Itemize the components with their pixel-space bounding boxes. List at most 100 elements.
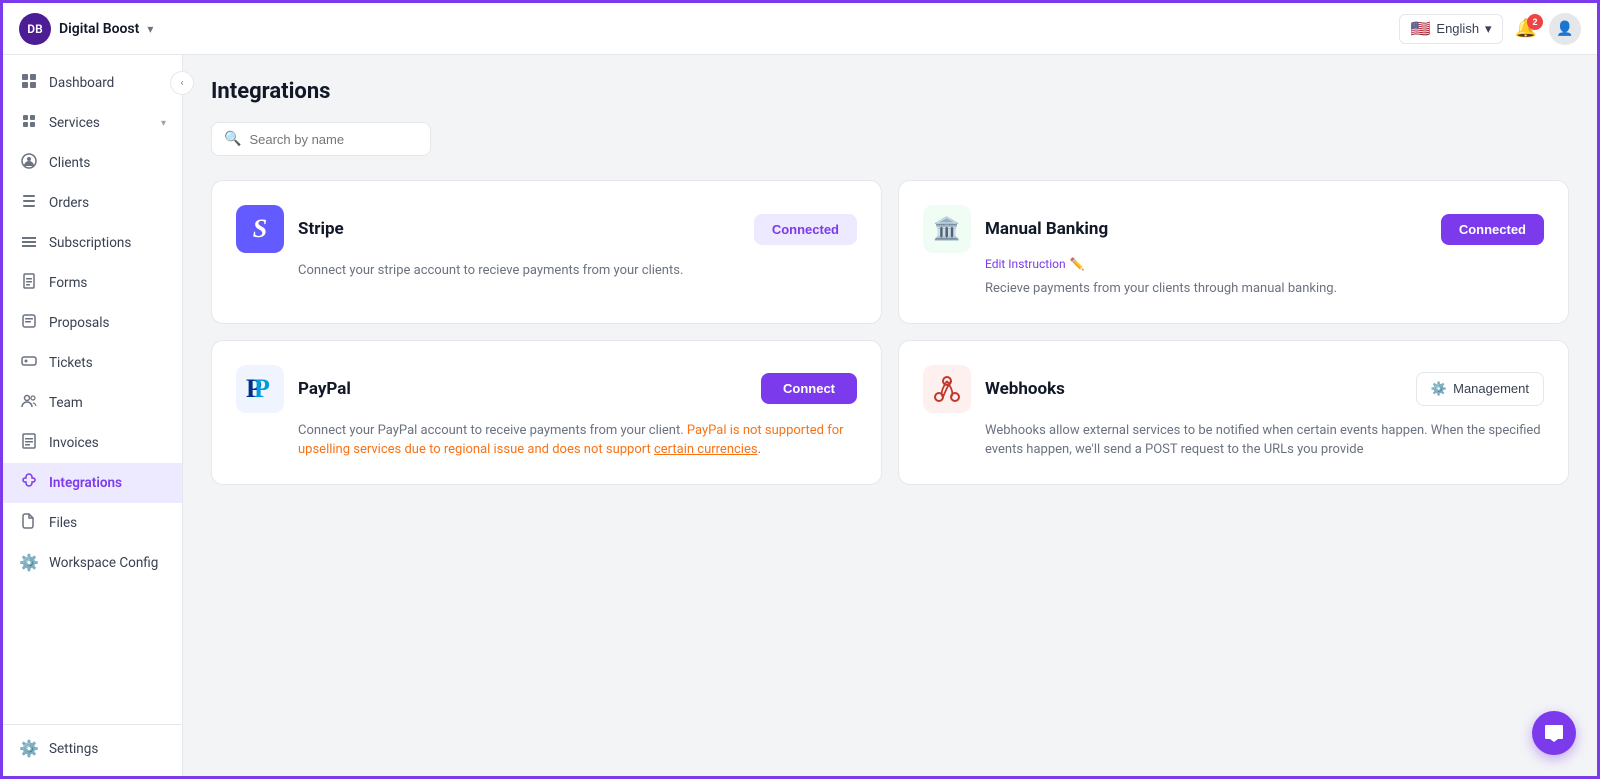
sidebar-item-team[interactable]: Team [3, 383, 182, 423]
search-bar: 🔍 [211, 122, 431, 156]
notifications-button[interactable]: 🔔 2 [1515, 18, 1537, 39]
subscriptions-icon [19, 233, 39, 253]
stripe-connected-button[interactable]: Connected [754, 214, 857, 245]
sidebar-item-integrations[interactable]: Integrations [3, 463, 182, 503]
webhooks-title-group: Webhooks [923, 365, 1065, 413]
tickets-icon [19, 353, 39, 373]
paypal-card: P P PayPal Connect Connect your PayPal a… [211, 340, 882, 485]
proposals-icon [19, 313, 39, 333]
manual-banking-connected-button[interactable]: Connected [1441, 214, 1544, 245]
workspace-config-icon: ⚙️ [19, 553, 39, 572]
manual-banking-description: Recieve payments from your clients throu… [923, 279, 1544, 299]
sidebar-item-tickets[interactable]: Tickets [3, 343, 182, 383]
orders-icon [19, 193, 39, 213]
sidebar-item-forms[interactable]: Forms [3, 263, 182, 303]
sidebar-item-subscriptions[interactable]: Subscriptions [3, 223, 182, 263]
paypal-card-header: P P PayPal Connect [236, 365, 857, 413]
search-icon: 🔍 [224, 131, 241, 147]
forms-icon [19, 273, 39, 293]
brand-name: Digital Boost [59, 21, 139, 37]
manual-banking-title-group: 🏛️ Manual Banking [923, 205, 1108, 253]
certain-currencies-link[interactable]: certain currencies [654, 442, 758, 457]
chat-button[interactable] [1532, 711, 1576, 755]
sidebar-item-label: Dashboard [49, 75, 166, 91]
settings-icon: ⚙️ [19, 739, 39, 758]
paypal-connect-button[interactable]: Connect [761, 373, 857, 404]
sidebar: ‹ Dashboard Services ▾ Clients Orders [3, 55, 183, 776]
sidebar-item-clients[interactable]: Clients [3, 143, 182, 183]
sidebar-team-label: Team [49, 395, 166, 411]
stripe-icon: S [236, 205, 284, 253]
stripe-card-header: S Stripe Connected [236, 205, 857, 253]
files-icon [19, 513, 39, 533]
manual-banking-card: 🏛️ Manual Banking Connected Edit Instruc… [898, 180, 1569, 324]
webhooks-card: Webhooks ⚙️ Management Webhooks allow ex… [898, 340, 1569, 485]
search-input[interactable] [249, 132, 418, 147]
sidebar-item-settings[interactable]: ⚙️ Settings [3, 729, 182, 768]
stripe-card: S Stripe Connected Connect your stripe a… [211, 180, 882, 324]
webhooks-management-button[interactable]: ⚙️ Management [1416, 372, 1544, 406]
topbar-brand-section: DB Digital Boost ▾ [19, 13, 153, 45]
clients-icon [19, 153, 39, 173]
webhooks-icon [923, 365, 971, 413]
main-content: Integrations 🔍 S Stripe Connected Connec… [183, 55, 1597, 776]
notification-badge: 2 [1527, 14, 1543, 30]
sidebar-item-workspace-config[interactable]: ⚙️ Workspace Config [3, 543, 182, 582]
sidebar-proposals-label: Proposals [49, 315, 166, 331]
layout: ‹ Dashboard Services ▾ Clients Orders [3, 55, 1597, 776]
topbar-actions: 🇺🇸 English ▾ 🔔 2 👤 [1399, 13, 1581, 45]
user-avatar-button[interactable]: 👤 [1549, 13, 1581, 45]
management-label: Management [1453, 381, 1529, 396]
gear-icon: ⚙️ [1431, 381, 1447, 397]
banking-icon: 🏛️ [923, 205, 971, 253]
sidebar-clients-label: Clients [49, 155, 166, 171]
sidebar-item-invoices[interactable]: Invoices [3, 423, 182, 463]
language-label: English [1436, 21, 1479, 36]
sidebar-item-orders[interactable]: Orders [3, 183, 182, 223]
sidebar-collapse-button[interactable]: ‹ [170, 71, 194, 95]
sidebar-item-proposals[interactable]: Proposals [3, 303, 182, 343]
sidebar-invoices-label: Invoices [49, 435, 166, 451]
sidebar-services-label: Services [49, 115, 151, 131]
stripe-name: Stripe [298, 219, 344, 239]
sidebar-integrations-label: Integrations [49, 475, 166, 491]
sidebar-item-dashboard[interactable]: Dashboard [3, 63, 182, 103]
sidebar-item-services[interactable]: Services ▾ [3, 103, 182, 143]
page-title: Integrations [211, 79, 1569, 104]
edit-instruction-label: Edit Instruction [985, 257, 1066, 271]
brand-chevron-icon[interactable]: ▾ [147, 22, 153, 36]
language-selector[interactable]: 🇺🇸 English ▾ [1399, 14, 1502, 44]
sidebar-subscriptions-label: Subscriptions [49, 235, 166, 251]
flag-icon: 🇺🇸 [1410, 19, 1430, 39]
invoices-icon [19, 433, 39, 453]
team-icon [19, 393, 39, 413]
stripe-description: Connect your stripe account to recieve p… [236, 261, 857, 281]
webhooks-description: Webhooks allow external services to be n… [923, 421, 1544, 460]
edit-pencil-icon: ✏️ [1070, 257, 1085, 271]
manual-banking-name: Manual Banking [985, 219, 1108, 239]
sidebar-files-label: Files [49, 515, 166, 531]
paypal-name: PayPal [298, 379, 351, 399]
integrations-grid: S Stripe Connected Connect your stripe a… [211, 180, 1569, 485]
brand-avatar: DB [19, 13, 51, 45]
sidebar-settings-label: Settings [49, 741, 166, 757]
stripe-title-group: S Stripe [236, 205, 344, 253]
sidebar-workspace-label: Workspace Config [49, 555, 166, 571]
services-icon [19, 113, 39, 133]
sidebar-forms-label: Forms [49, 275, 166, 291]
lang-chevron-icon: ▾ [1485, 21, 1492, 37]
manual-banking-card-header: 🏛️ Manual Banking Connected [923, 205, 1544, 253]
svg-text:P: P [254, 374, 270, 403]
paypal-title-group: P P PayPal [236, 365, 351, 413]
services-chevron-icon: ▾ [161, 118, 166, 129]
edit-instruction-button[interactable]: Edit Instruction ✏️ [985, 257, 1544, 271]
paypal-warning-text: PayPal is not supported for upselling se… [298, 423, 844, 458]
integrations-icon [19, 473, 39, 493]
paypal-description: Connect your PayPal account to receive p… [236, 421, 857, 460]
dashboard-icon [19, 73, 39, 93]
sidebar-item-files[interactable]: Files [3, 503, 182, 543]
webhooks-name: Webhooks [985, 379, 1065, 399]
webhooks-card-header: Webhooks ⚙️ Management [923, 365, 1544, 413]
sidebar-orders-label: Orders [49, 195, 166, 211]
sidebar-tickets-label: Tickets [49, 355, 166, 371]
